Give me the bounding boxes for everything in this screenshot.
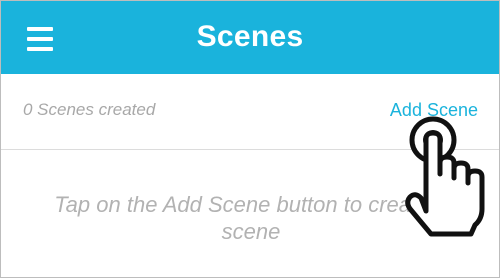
scene-count-label: 0 Scenes created <box>23 100 156 119</box>
app-screen: Scenes 0 Scenes created Add Scene Tap on… <box>0 0 500 278</box>
tap-hand-icon <box>405 116 485 237</box>
app-bar: Scenes <box>1 1 499 74</box>
page-title: Scenes <box>196 20 304 53</box>
